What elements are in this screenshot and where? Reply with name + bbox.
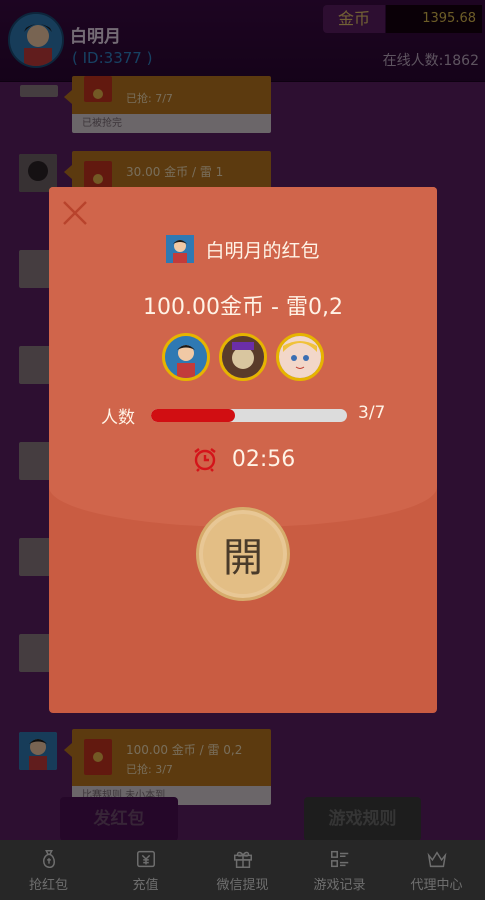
grab-count: 3/7 — [358, 403, 386, 423]
grab-count-label: 人数 — [101, 408, 135, 428]
grabber-avatar — [161, 333, 210, 381]
sender-avatar — [166, 235, 195, 263]
close-icon[interactable] — [61, 199, 89, 227]
grab-progress: 人数 3/7 — [101, 403, 401, 428]
envelope-amount: 100.00金币 - 雷0,2 — [143, 295, 343, 320]
grabber-avatar — [219, 333, 267, 381]
popup-title: 白明月的红包 — [205, 239, 320, 262]
grabber-avatar — [276, 333, 325, 381]
progress-bar — [151, 409, 347, 422]
alarm-clock-icon — [194, 448, 216, 472]
red-envelope-popup: 白明月的红包 100.00金币 - 雷0,2 人数 3/7 02:56 開 — [49, 187, 437, 713]
grabber-avatars — [49, 333, 437, 385]
countdown: 02:56 — [49, 445, 437, 473]
popup-header: 白明月的红包 — [49, 235, 437, 263]
open-envelope-button[interactable]: 開 — [196, 507, 290, 601]
progress-fill — [151, 409, 236, 422]
countdown-timer: 02:56 — [231, 446, 296, 472]
